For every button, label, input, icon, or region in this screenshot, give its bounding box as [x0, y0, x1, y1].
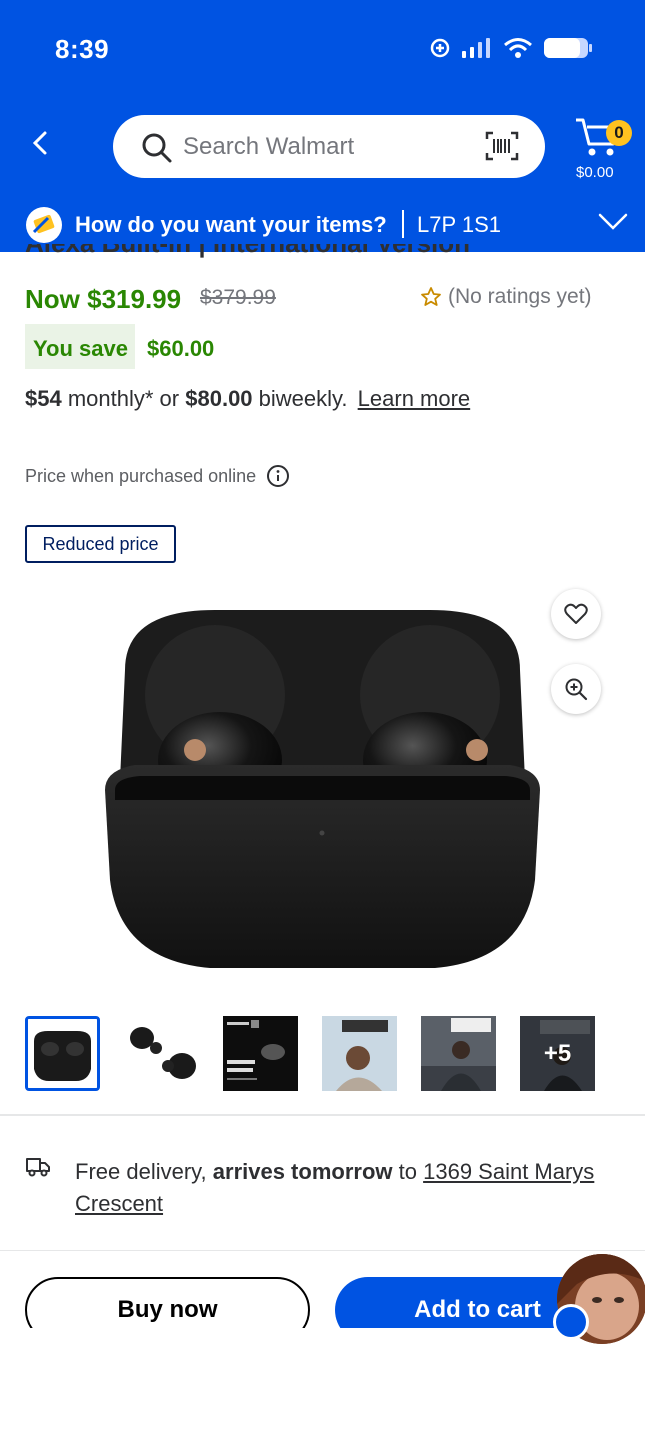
delivery-prefix: Free delivery, [75, 1159, 207, 1184]
price-note: Price when purchased online [25, 464, 290, 488]
biweekly-amount: $80.00 [185, 386, 253, 411]
status-bar: 8:39 [0, 0, 645, 100]
search-icon [142, 133, 172, 163]
back-button[interactable] [32, 130, 56, 162]
chevron-left-icon [32, 131, 47, 155]
battery-icon [544, 38, 592, 58]
thumbnail-image [421, 1016, 496, 1091]
info-icon[interactable] [266, 464, 290, 488]
reduced-price-badge: Reduced price [25, 525, 176, 563]
financing-info: $54 monthly* or $80.00 biweekly. Learn m… [25, 386, 470, 412]
delivery-eta: arrives tomorrow [212, 1159, 393, 1184]
product-image[interactable] [95, 600, 550, 980]
buy-now-button[interactable]: Buy now [25, 1277, 310, 1328]
divider [402, 210, 404, 238]
learn-more-link[interactable]: Learn more [358, 386, 471, 411]
favorite-button[interactable] [551, 589, 601, 639]
wifi-icon [504, 38, 532, 58]
bottom-action-bar: Buy now Add to cart [0, 1250, 645, 1328]
cart-amount: $0.00 [576, 164, 614, 181]
delivery-options-icon [26, 207, 62, 243]
cart-count-badge: 0 [606, 120, 632, 146]
postal-code: L7P 1S1 [417, 212, 502, 237]
thumbnail-2[interactable] [124, 1016, 199, 1091]
thumbnail-image [124, 1016, 199, 1091]
delivery-info: Free delivery, arrives tomorrow to 1369 … [75, 1156, 625, 1220]
ratings-text: (No ratings yet) [448, 285, 592, 308]
thumbnail-4[interactable] [322, 1016, 397, 1091]
you-save-amount: $60.00 [147, 336, 215, 361]
chevron-down-icon [598, 213, 628, 230]
star-outline-icon [421, 287, 441, 306]
zoom-button[interactable] [551, 664, 601, 714]
data-saver-icon [430, 38, 450, 58]
barcode-scan-icon[interactable] [485, 131, 519, 161]
biweekly-text: biweekly. [258, 386, 348, 411]
status-time: 8:39 [55, 34, 110, 64]
thumbnail-image [223, 1016, 298, 1091]
thumbnail-5[interactable] [421, 1016, 496, 1091]
current-price: Now $319.99 [25, 284, 182, 314]
search-input[interactable]: Search Walmart [183, 133, 354, 161]
you-save-label: You save [33, 336, 128, 361]
heart-icon [564, 603, 588, 624]
thumbnail-image [322, 1016, 397, 1091]
zoom-in-icon [565, 678, 588, 701]
monthly-text: monthly* or [67, 386, 180, 411]
ratings-link[interactable]: (No ratings yet) [420, 285, 592, 309]
delivery-truck-icon [26, 1158, 50, 1177]
section-divider [0, 1114, 645, 1116]
fulfillment-question: How do you want your items? [75, 212, 387, 237]
status-icons [429, 36, 593, 60]
original-price: $379.99 [200, 286, 276, 309]
delivery-to: to [398, 1159, 417, 1184]
search-bar[interactable]: Search Walmart [113, 115, 545, 178]
signal-icon [462, 38, 490, 58]
price-note-text: Price when purchased online [25, 465, 257, 486]
chat-badge-icon [553, 1304, 589, 1340]
thumbnail-image [28, 1019, 97, 1088]
thumbnail-more[interactable]: +5 [520, 1016, 595, 1091]
thumbnail-3[interactable] [223, 1016, 298, 1091]
image-thumbnails: +5 [25, 1016, 605, 1091]
more-images-count: +5 [520, 1016, 595, 1091]
thumbnail-1[interactable] [25, 1016, 100, 1091]
monthly-amount: $54 [25, 386, 62, 411]
cart-button[interactable]: 0 $0.00 [574, 116, 634, 186]
